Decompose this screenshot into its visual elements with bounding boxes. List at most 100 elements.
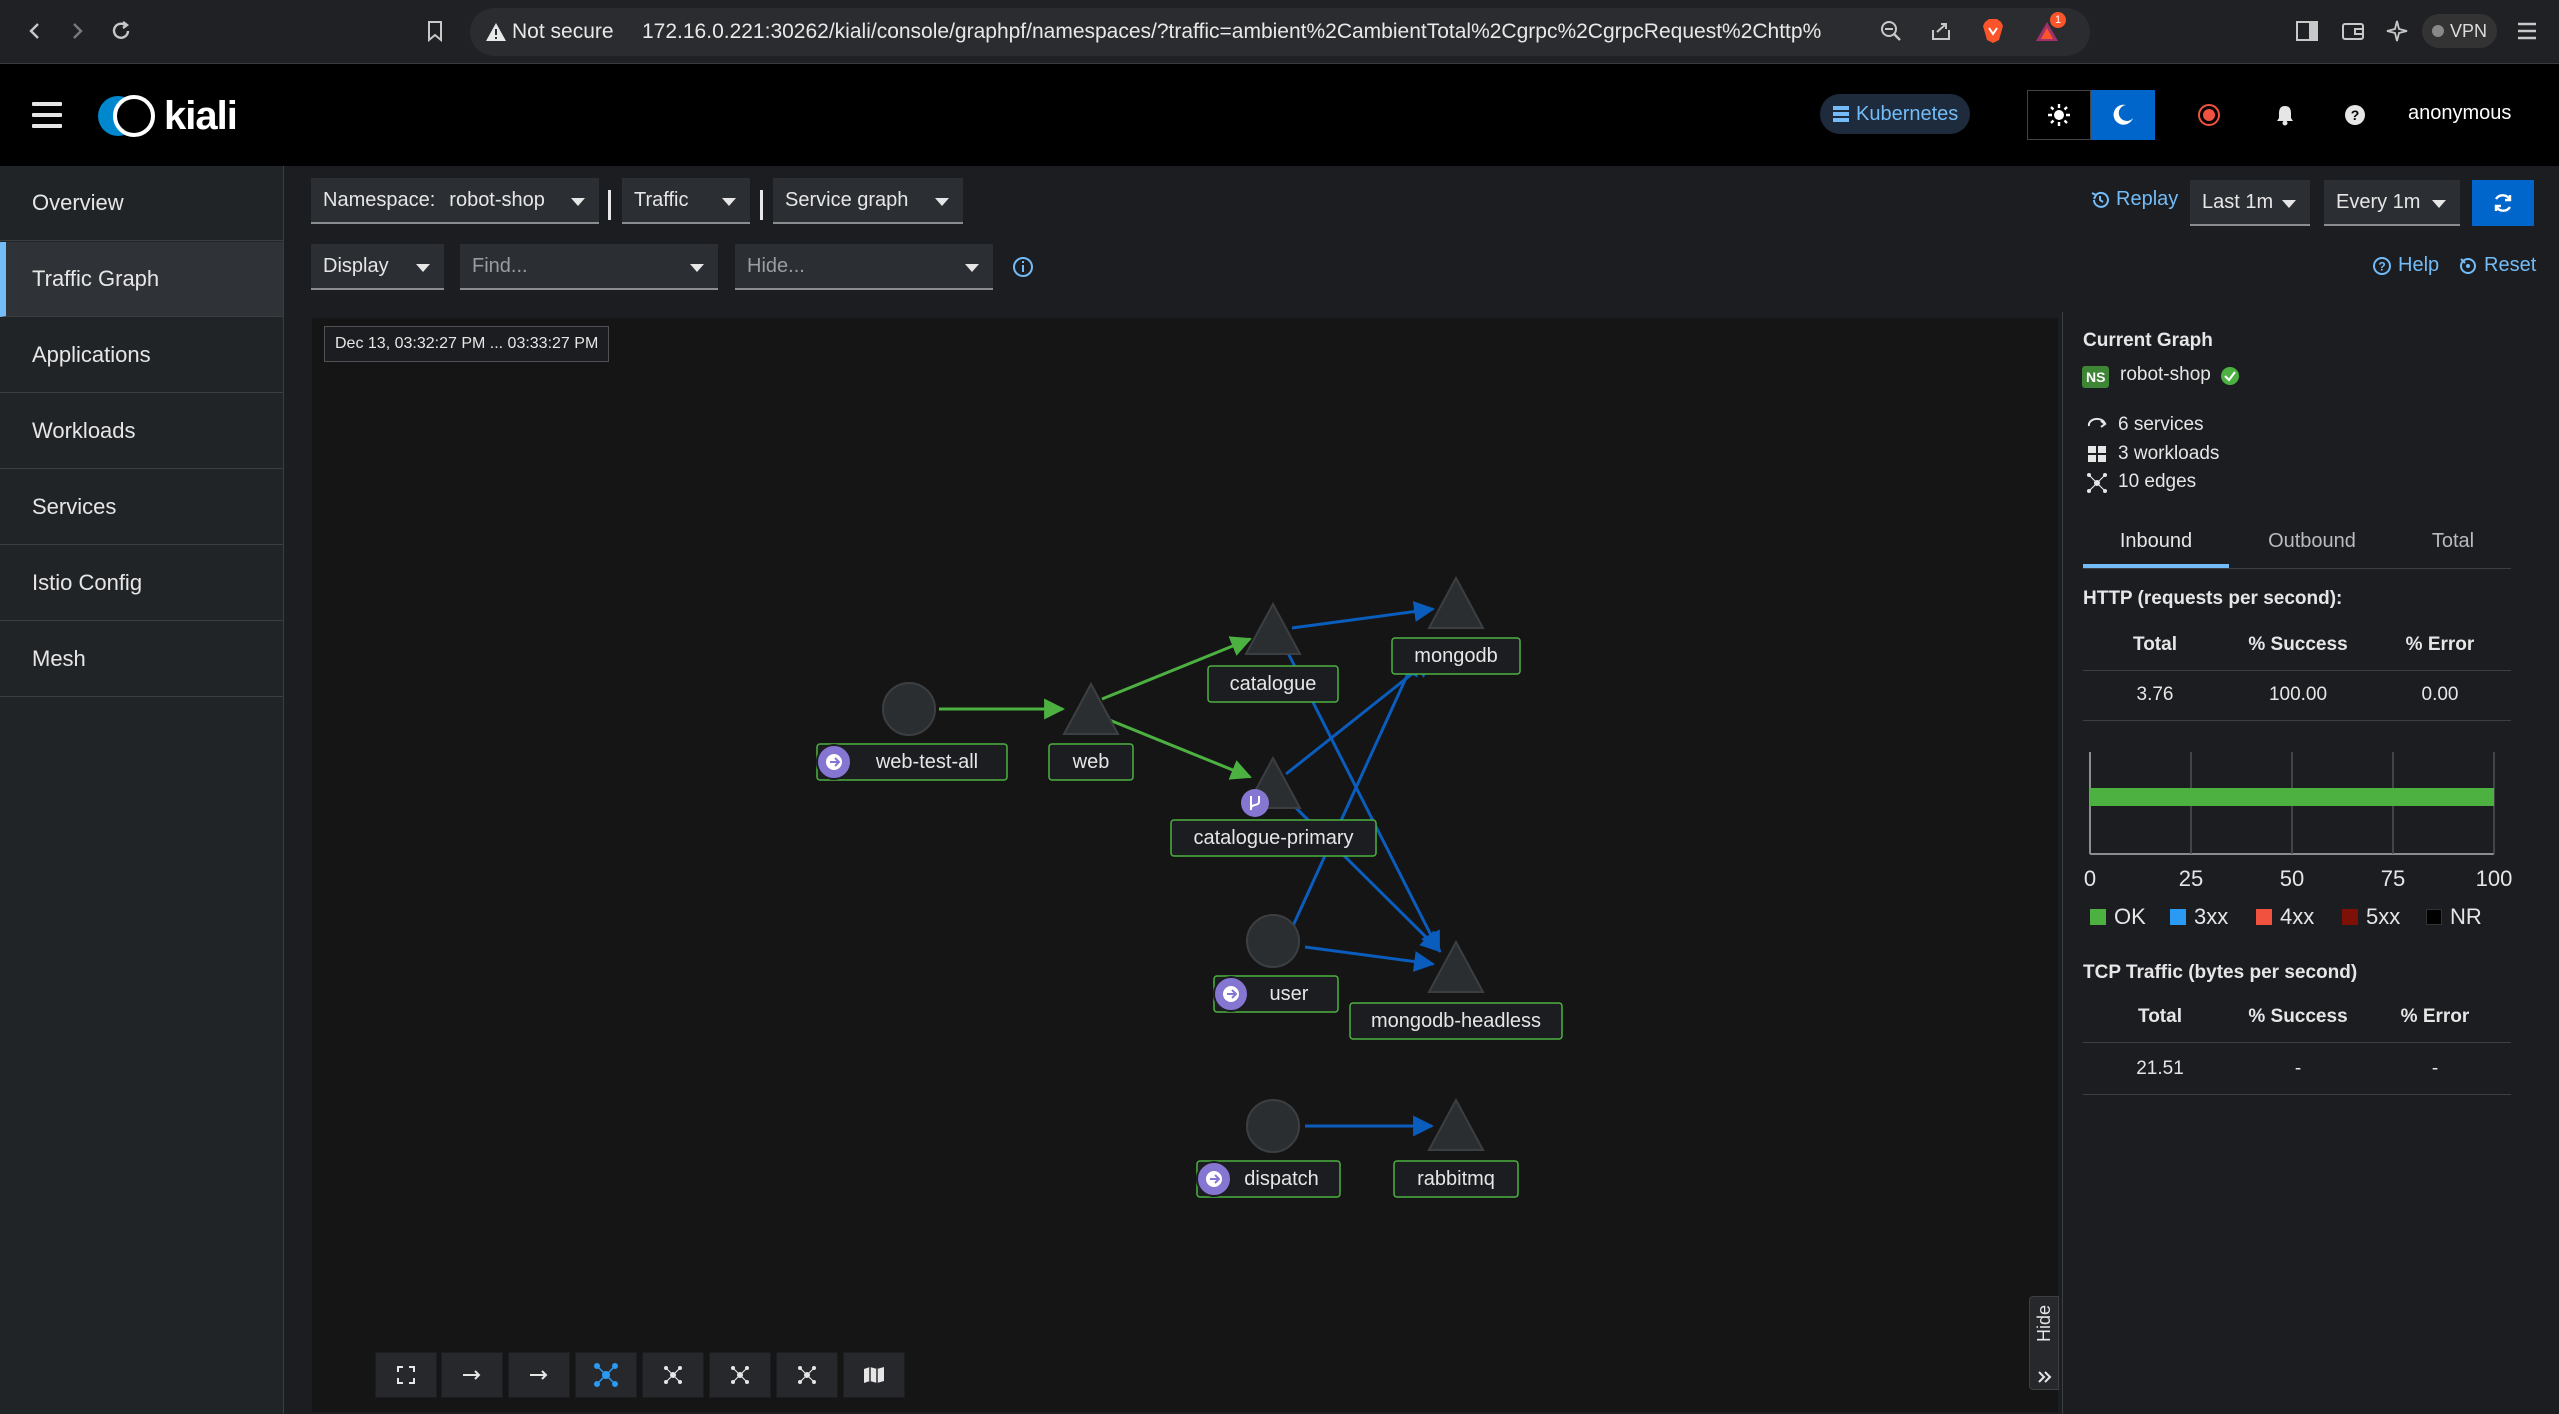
reload-icon[interactable] — [104, 14, 138, 48]
nav-toggle-button[interactable] — [32, 102, 62, 128]
find-input[interactable]: Find... — [460, 244, 718, 290]
vpn-button[interactable]: VPN — [2422, 14, 2498, 48]
hide-input[interactable]: Hide... — [735, 244, 993, 290]
node-catalogue[interactable] — [1244, 601, 1302, 655]
caret-down-icon — [935, 198, 949, 206]
caret-down-icon — [2282, 200, 2296, 208]
zoom-out-button[interactable] — [508, 1352, 570, 1398]
node-user[interactable] — [1246, 914, 1300, 968]
duration-dropdown[interactable]: Last 1m — [2190, 180, 2310, 226]
tab-total[interactable]: Total — [2383, 530, 2523, 570]
node-web-test-all[interactable] — [882, 682, 936, 736]
sidebar-item-traffic-graph[interactable]: Traffic Graph — [0, 242, 283, 317]
browser-toolbar: Not secure 172.16.0.221:30262/kiali/cons… — [0, 0, 2559, 64]
node-label: mongodb-headless — [1370, 1009, 1542, 1032]
namespace-link[interactable]: robot-shop — [2120, 364, 2211, 386]
sidebar-item-istio-config[interactable]: Istio Config — [0, 546, 283, 621]
hide-panel-button[interactable]: Hide — [2029, 1296, 2059, 1390]
sidebar-item-label: Workloads — [32, 418, 136, 443]
legend-swatch — [2342, 909, 2358, 925]
info-icon[interactable] — [1012, 256, 1034, 278]
node-dispatch[interactable] — [1246, 1099, 1300, 1153]
wallet-icon[interactable] — [2336, 14, 2370, 48]
node-rabbitmq[interactable] — [1427, 1097, 1485, 1151]
forward-icon[interactable] — [60, 14, 94, 48]
topology-icon — [731, 1366, 749, 1384]
sidebar-item-applications[interactable]: Applications — [0, 318, 283, 393]
dark-theme-button[interactable] — [2091, 90, 2155, 140]
brave-shield-icon[interactable] — [1976, 14, 2010, 48]
table-divider — [2083, 1094, 2511, 1095]
display-dropdown[interactable]: Display — [311, 244, 444, 290]
node-label: user — [1269, 982, 1309, 1005]
tcp-success: - — [2294, 1058, 2302, 1079]
workloads-count: 3 workloads — [2118, 443, 2220, 464]
node-mongodb[interactable] — [1427, 575, 1485, 629]
bell-icon[interactable] — [2268, 98, 2302, 132]
address-bar[interactable]: Not secure 172.16.0.221:30262/kiali/cons… — [470, 8, 2090, 56]
svg-text:?: ? — [2378, 259, 2385, 273]
sidebar-icon[interactable] — [2290, 14, 2324, 48]
divider — [760, 190, 763, 220]
vpn-label: VPN — [2450, 20, 2488, 41]
vpn-status-icon — [2432, 25, 2444, 37]
refresh-button[interactable] — [2472, 180, 2534, 226]
virtual-service-badge-icon — [1241, 789, 1269, 817]
sidebar-item-overview[interactable]: Overview — [0, 166, 283, 241]
share-icon[interactable] — [1924, 14, 1958, 48]
leo-ai-icon[interactable] — [2380, 14, 2414, 48]
help-icon[interactable]: ? — [2338, 98, 2372, 132]
display-label: Display — [323, 254, 389, 277]
namespace-dropdown[interactable]: Namespace: robot-shop — [311, 178, 599, 224]
namespace-label: Namespace: — [323, 188, 436, 211]
edge-user-mongodb-headless[interactable] — [1304, 945, 1436, 972]
traffic-label: Traffic — [634, 188, 689, 211]
reset-button[interactable]: Reset — [2458, 254, 2536, 277]
tick-label: 50 — [2279, 866, 2305, 891]
record-icon[interactable] — [2192, 98, 2226, 132]
edge-catalogue-mongodb[interactable] — [1291, 601, 1436, 630]
graph-help-button[interactable]: ? Help — [2372, 254, 2439, 277]
brave-rewards-icon[interactable]: 1 — [2030, 12, 2066, 48]
layout-3-button[interactable] — [776, 1352, 838, 1398]
arrow-right-icon — [530, 1370, 548, 1380]
traffic-dropdown[interactable]: Traffic — [622, 178, 750, 224]
refresh-interval-dropdown[interactable]: Every 1m — [2324, 180, 2460, 226]
reset-icon — [2460, 257, 2476, 274]
replay-button[interactable]: Replay — [2090, 188, 2178, 211]
node-label: web-test-all — [875, 750, 979, 773]
layout-2-button[interactable] — [709, 1352, 771, 1398]
bookmark-icon[interactable] — [418, 14, 452, 48]
layout-default-button[interactable] — [575, 1352, 637, 1398]
divider — [608, 190, 611, 220]
sidebar-item-workloads[interactable]: Workloads — [0, 394, 283, 469]
light-theme-button[interactable] — [2027, 90, 2091, 140]
tcp-header-total: Total — [2138, 1006, 2182, 1027]
fit-to-screen-button[interactable] — [375, 1352, 437, 1398]
namespace-badge: NS — [2082, 366, 2110, 388]
back-icon[interactable] — [18, 14, 52, 48]
http-header-success: % Success — [2248, 634, 2348, 655]
workloads-icon — [2086, 444, 2108, 464]
zoom-in-button[interactable] — [441, 1352, 503, 1398]
zoom-icon[interactable] — [1874, 14, 1908, 48]
legend-swatch — [2256, 909, 2272, 925]
tab-outbound[interactable]: Outbound — [2242, 530, 2382, 570]
legend-label: 4xx — [2280, 904, 2315, 929]
masthead: kiali Kubernetes ? anonymous — [0, 64, 2559, 166]
cluster-badge[interactable]: Kubernetes — [1820, 94, 1971, 134]
menu-icon[interactable] — [2510, 14, 2544, 48]
user-menu[interactable]: anonymous — [2408, 102, 2511, 125]
graph-type-dropdown[interactable]: Service graph — [773, 178, 963, 224]
tcp-header-error: % Error — [2400, 1006, 2470, 1027]
notification-count: 1 — [2050, 12, 2066, 28]
layout-1-button[interactable] — [642, 1352, 704, 1398]
legend-button[interactable] — [843, 1352, 905, 1398]
kiali-logo[interactable]: kiali — [96, 94, 238, 138]
sidebar-item-mesh[interactable]: Mesh — [0, 622, 283, 697]
http-success: 100.00 — [2268, 684, 2328, 705]
traffic-graph-canvas[interactable]: Dec 13, 03:32:27 PM ... 03:33:27 PM web-… — [312, 318, 2058, 1412]
node-web[interactable] — [1062, 681, 1120, 735]
url-text[interactable]: 172.16.0.221:30262/kiali/console/graphpf… — [642, 20, 1822, 44]
sidebar-item-services[interactable]: Services — [0, 470, 283, 545]
